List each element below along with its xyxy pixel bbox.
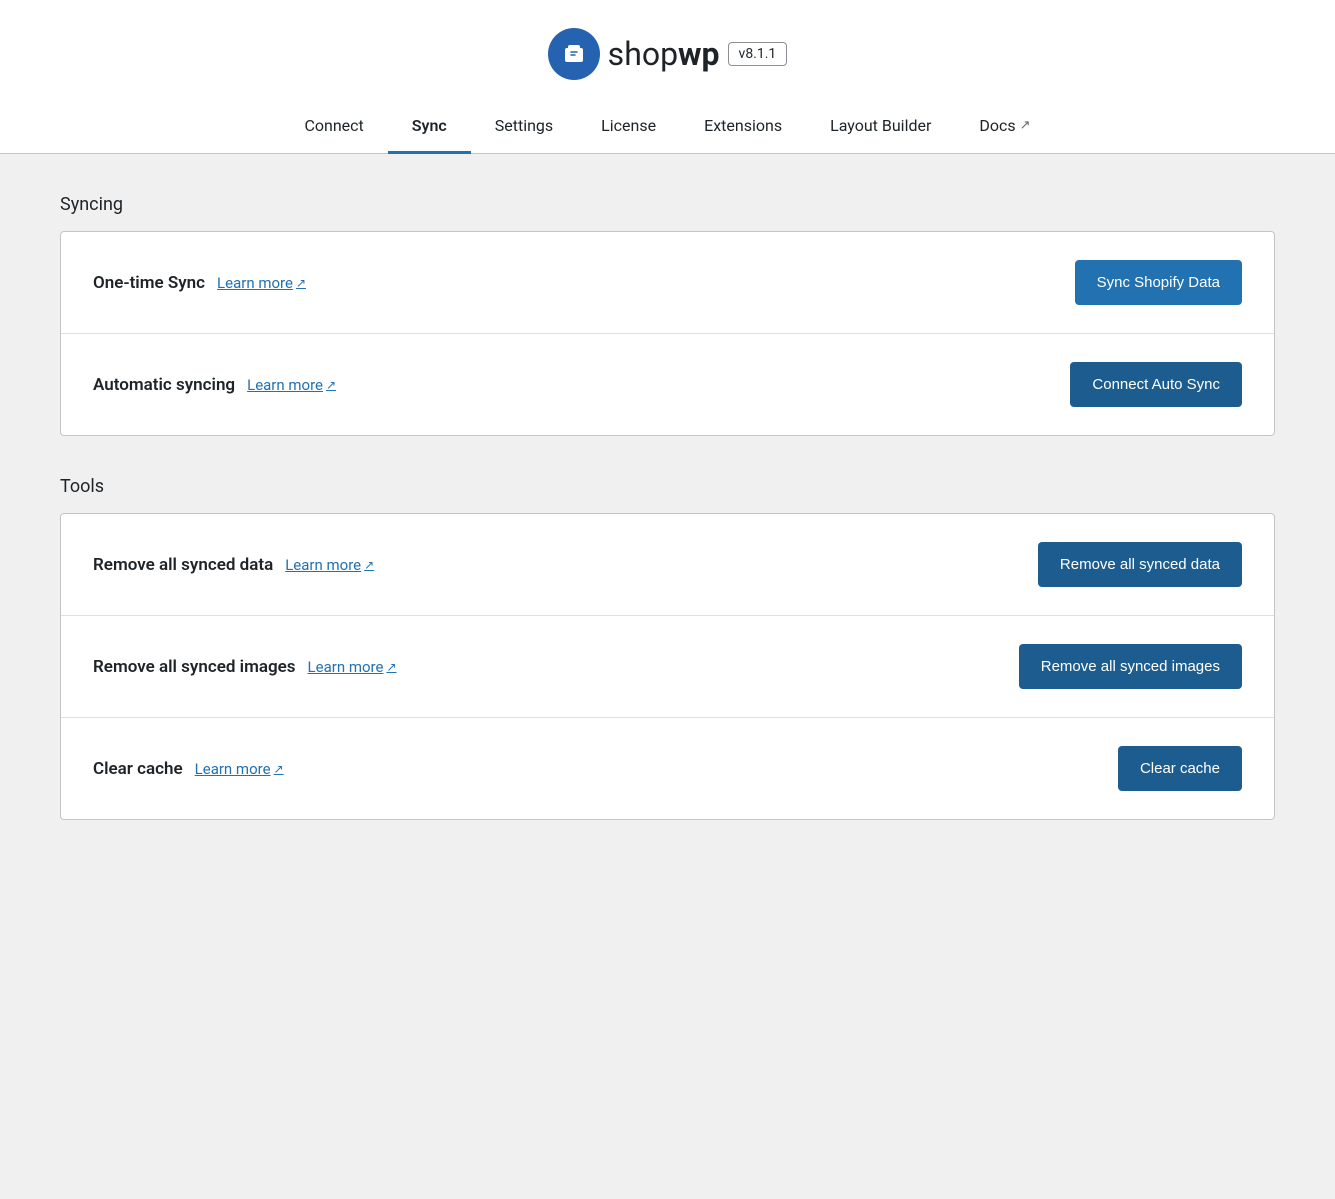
sync-shopify-data-button[interactable]: Sync Shopify Data bbox=[1075, 260, 1242, 305]
automatic-syncing-left: Automatic syncing Learn more ↗ bbox=[93, 375, 336, 395]
syncing-section: Syncing One-time Sync Learn more ↗ Sync … bbox=[60, 194, 1275, 436]
clear-cache-label: Clear cache bbox=[93, 759, 183, 779]
nav-item-layout-builder[interactable]: Layout Builder bbox=[806, 100, 955, 154]
remove-synced-images-button[interactable]: Remove all synced images bbox=[1019, 644, 1242, 689]
clear-cache-learn-more-text: Learn more bbox=[195, 760, 271, 778]
clear-cache-button[interactable]: Clear cache bbox=[1118, 746, 1242, 791]
one-time-sync-label: One-time Sync bbox=[93, 273, 205, 293]
logo-text-light: shop bbox=[608, 35, 678, 73]
nav-docs-label: Docs bbox=[979, 116, 1015, 135]
clear-cache-row: Clear cache Learn more ↗ Clear cache bbox=[61, 718, 1274, 819]
clear-cache-left: Clear cache Learn more ↗ bbox=[93, 759, 284, 779]
page-wrapper: shopwp v8.1.1 Connect Sync Settings Lice… bbox=[0, 0, 1335, 1199]
version-badge: v8.1.1 bbox=[728, 42, 788, 66]
tools-section: Tools Remove all synced data Learn more … bbox=[60, 476, 1275, 820]
tools-card: Remove all synced data Learn more ↗ Remo… bbox=[60, 513, 1275, 820]
remove-synced-data-external-icon: ↗ bbox=[364, 558, 374, 572]
tools-section-title: Tools bbox=[60, 476, 1275, 497]
nav-item-settings[interactable]: Settings bbox=[471, 100, 577, 154]
one-time-sync-learn-more-text: Learn more bbox=[217, 274, 293, 292]
connect-auto-sync-button[interactable]: Connect Auto Sync bbox=[1070, 362, 1242, 407]
automatic-syncing-label: Automatic syncing bbox=[93, 375, 235, 395]
remove-synced-images-external-icon: ↗ bbox=[386, 660, 396, 674]
main-nav: Connect Sync Settings License Extensions… bbox=[0, 100, 1335, 154]
nav-item-sync[interactable]: Sync bbox=[388, 100, 471, 154]
one-time-sync-external-icon: ↗ bbox=[296, 276, 306, 290]
remove-synced-images-learn-more[interactable]: Learn more ↗ bbox=[308, 658, 397, 676]
nav-item-connect[interactable]: Connect bbox=[280, 100, 387, 154]
automatic-syncing-learn-more-text: Learn more bbox=[247, 376, 323, 394]
remove-synced-data-learn-more-text: Learn more bbox=[285, 556, 361, 574]
one-time-sync-row: One-time Sync Learn more ↗ Sync Shopify … bbox=[61, 232, 1274, 334]
remove-synced-images-label: Remove all synced images bbox=[93, 657, 296, 677]
remove-synced-data-learn-more[interactable]: Learn more ↗ bbox=[285, 556, 374, 574]
header: shopwp v8.1.1 bbox=[0, 0, 1335, 100]
remove-synced-data-row: Remove all synced data Learn more ↗ Remo… bbox=[61, 514, 1274, 616]
clear-cache-external-icon: ↗ bbox=[274, 762, 284, 776]
remove-synced-data-button[interactable]: Remove all synced data bbox=[1038, 542, 1242, 587]
automatic-syncing-external-icon: ↗ bbox=[326, 378, 336, 392]
remove-synced-images-row: Remove all synced images Learn more ↗ Re… bbox=[61, 616, 1274, 718]
remove-synced-images-left: Remove all synced images Learn more ↗ bbox=[93, 657, 397, 677]
main-content: Syncing One-time Sync Learn more ↗ Sync … bbox=[0, 154, 1335, 1199]
remove-synced-data-left: Remove all synced data Learn more ↗ bbox=[93, 555, 374, 575]
logo-text: shopwp bbox=[608, 35, 720, 73]
automatic-syncing-learn-more[interactable]: Learn more ↗ bbox=[247, 376, 336, 394]
logo-icon bbox=[548, 28, 600, 80]
nav-item-docs[interactable]: Docs ↗ bbox=[955, 100, 1054, 154]
logo-container: shopwp v8.1.1 bbox=[548, 28, 788, 80]
one-time-sync-learn-more[interactable]: Learn more ↗ bbox=[217, 274, 306, 292]
remove-synced-data-label: Remove all synced data bbox=[93, 555, 273, 575]
clear-cache-learn-more[interactable]: Learn more ↗ bbox=[195, 760, 284, 778]
one-time-sync-left: One-time Sync Learn more ↗ bbox=[93, 273, 306, 293]
nav-item-extensions[interactable]: Extensions bbox=[680, 100, 806, 154]
automatic-syncing-row: Automatic syncing Learn more ↗ Connect A… bbox=[61, 334, 1274, 435]
logo-text-bold: wp bbox=[678, 35, 720, 73]
remove-synced-images-learn-more-text: Learn more bbox=[308, 658, 384, 676]
docs-external-icon: ↗ bbox=[1020, 118, 1031, 133]
syncing-section-title: Syncing bbox=[60, 194, 1275, 215]
syncing-card: One-time Sync Learn more ↗ Sync Shopify … bbox=[60, 231, 1275, 436]
nav-item-license[interactable]: License bbox=[577, 100, 680, 154]
